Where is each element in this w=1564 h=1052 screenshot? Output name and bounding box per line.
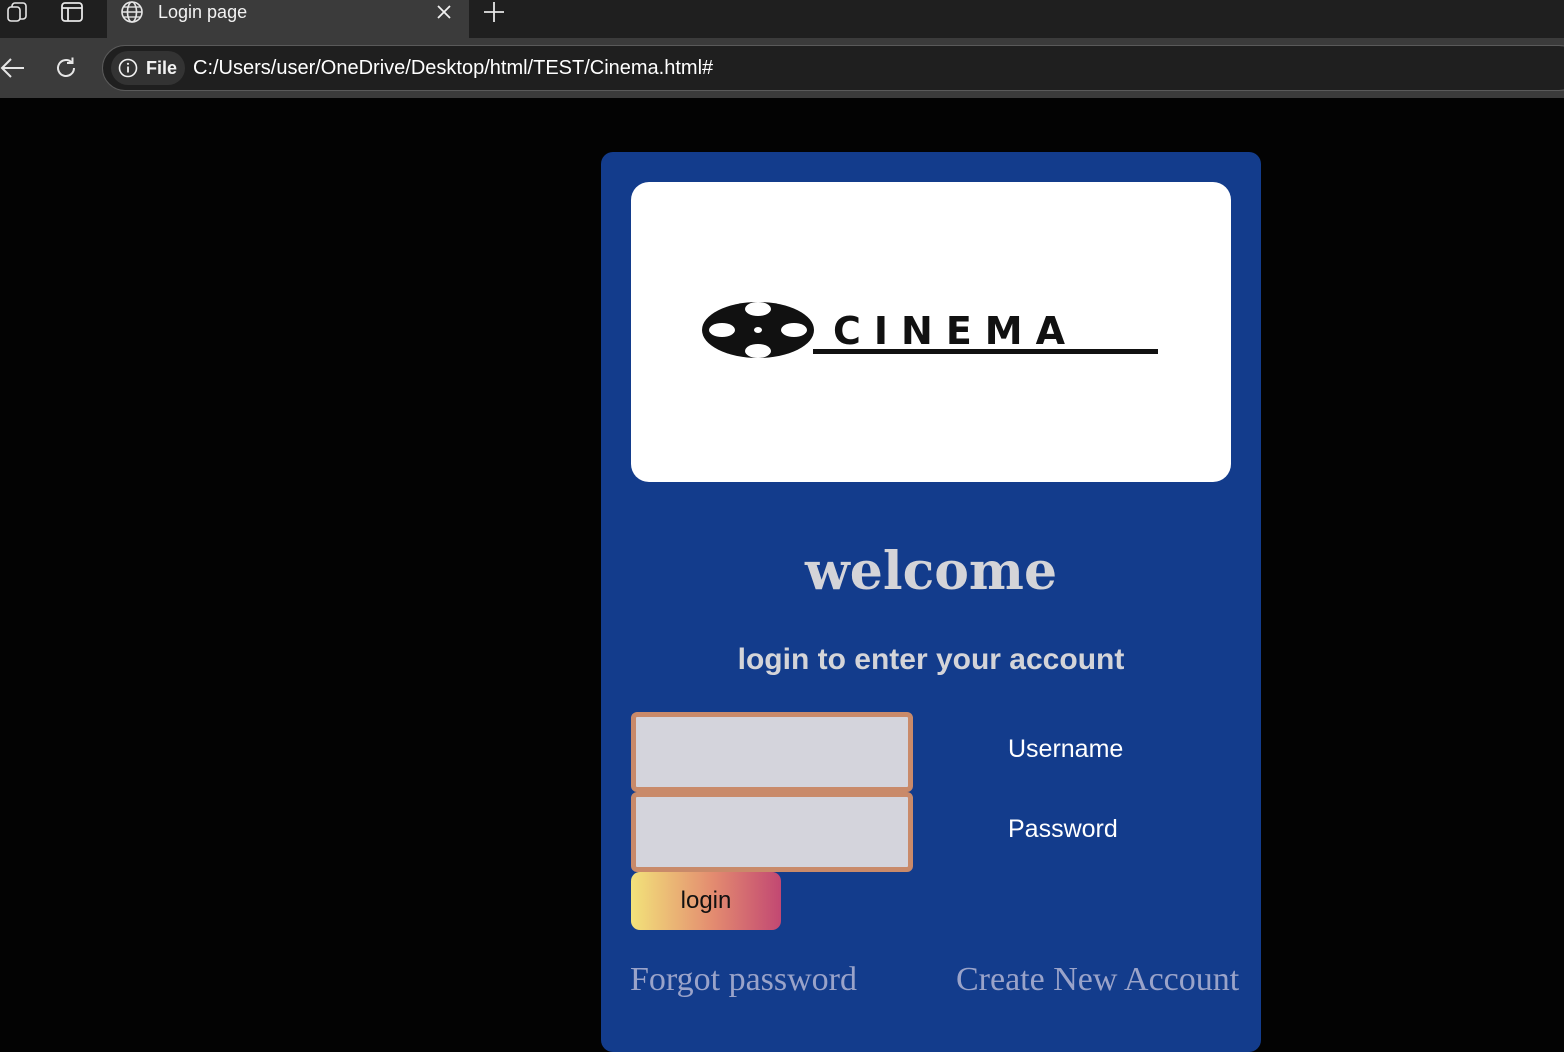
globe-icon	[119, 0, 145, 24]
back-icon[interactable]	[0, 52, 28, 84]
cinema-logo: CINEMA	[631, 182, 1231, 482]
login-card: CINEMA welcome login to enter your accou…	[601, 152, 1261, 1052]
username-input[interactable]	[631, 712, 913, 792]
close-icon[interactable]	[433, 0, 455, 24]
film-reel-icon: CINEMA	[702, 302, 1158, 358]
login-button[interactable]: login	[631, 872, 781, 930]
info-icon	[118, 58, 138, 78]
tab-title: Login page	[158, 2, 248, 22]
new-tab-icon[interactable]	[481, 0, 507, 24]
tab-actions-icon[interactable]	[58, 0, 86, 24]
create-account-link[interactable]: Create New Account	[956, 960, 1239, 1000]
logo-text: CINEMA	[833, 309, 1078, 353]
active-tab[interactable]: Login page	[107, 0, 469, 38]
welcome-heading: welcome	[804, 541, 1058, 602]
login-subheading: login to enter your account	[737, 643, 1125, 676]
workspaces-icon[interactable]	[4, 0, 32, 24]
address-bar[interactable]: File C:/Users/user/OneDrive/Desktop/html…	[102, 45, 1564, 91]
site-info-label: File	[146, 57, 178, 78]
browser-tab-strip: Login page	[0, 0, 1564, 38]
browser-toolbar: File C:/Users/user/OneDrive/Desktop/html…	[0, 38, 1564, 98]
password-input[interactable]	[631, 792, 913, 872]
url-text[interactable]: C:/Users/user/OneDrive/Desktop/html/TEST…	[193, 46, 713, 90]
refresh-icon[interactable]	[50, 52, 82, 84]
username-label: Username	[1008, 735, 1124, 763]
forgot-password-link[interactable]: Forgot password	[630, 960, 857, 1000]
password-label: Password	[1008, 815, 1118, 843]
site-info-button[interactable]: File	[111, 51, 185, 85]
